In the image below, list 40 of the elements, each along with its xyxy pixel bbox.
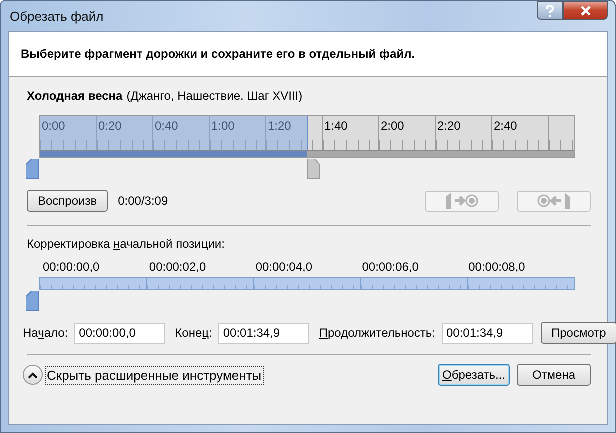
instruction-text: Выберите фрагмент дорожки и сохраните его в отдельный файл. [21, 47, 416, 61]
dialog-button[interactable]: Обрезать... [438, 364, 510, 386]
time-label: 1:00 [212, 119, 235, 133]
toggle-link[interactable]: Скрыть расширенные инструменты [45, 366, 264, 384]
time-label: 1:40 [324, 119, 348, 133]
help-icon [545, 4, 555, 16]
time-label: 2:00 [381, 119, 404, 133]
play-button[interactable]: Воспроизв [27, 190, 108, 212]
dialog-button[interactable]: Отмена [517, 364, 591, 386]
time-label: 00:00:08,0 [468, 260, 526, 274]
field-label: Начало: [23, 326, 68, 340]
time-field[interactable]: 00:00:00,0 [74, 322, 166, 344]
fine-tune-label: Корректировка начальной позиции: [27, 237, 226, 251]
close-icon [580, 6, 592, 16]
time-label: 00:00:06,0 [362, 260, 420, 274]
time-label: 00:00:00,0 [43, 260, 101, 274]
position-text: 0:00/3:09 [118, 194, 168, 208]
window-title: Обрезать файл [9, 8, 104, 24]
field-label: Продолжительность: [319, 326, 436, 340]
marker-to-target-icon [445, 192, 479, 210]
time-label: 0:20 [98, 119, 122, 133]
time-label: 2:20 [438, 119, 461, 133]
collapse-button[interactable] [23, 365, 43, 385]
time-label: 00:00:04,0 [256, 260, 314, 274]
time-label: 1:20 [268, 119, 292, 133]
start-handle [26, 159, 40, 179]
help-button[interactable] [537, 1, 563, 20]
track-title: Холодная весна [27, 89, 123, 103]
track-details: (Джанго, Нашествие. Шаг XVIII) [126, 89, 303, 103]
chevron-up-icon [28, 372, 38, 378]
time-label: 0:40 [155, 119, 178, 133]
time-label: 0:00 [42, 119, 66, 133]
close-button[interactable] [563, 1, 608, 20]
time-field[interactable]: 00:01:34,9 [218, 322, 310, 344]
field-label: Конец: [175, 326, 212, 340]
preview-button[interactable]: Просмотр [540, 322, 616, 344]
time-label: 00:00:02,0 [149, 260, 208, 274]
target-to-marker-icon [537, 192, 571, 210]
time-label: 2:40 [494, 119, 518, 133]
time-field[interactable]: 00:01:34,9 [442, 322, 532, 344]
